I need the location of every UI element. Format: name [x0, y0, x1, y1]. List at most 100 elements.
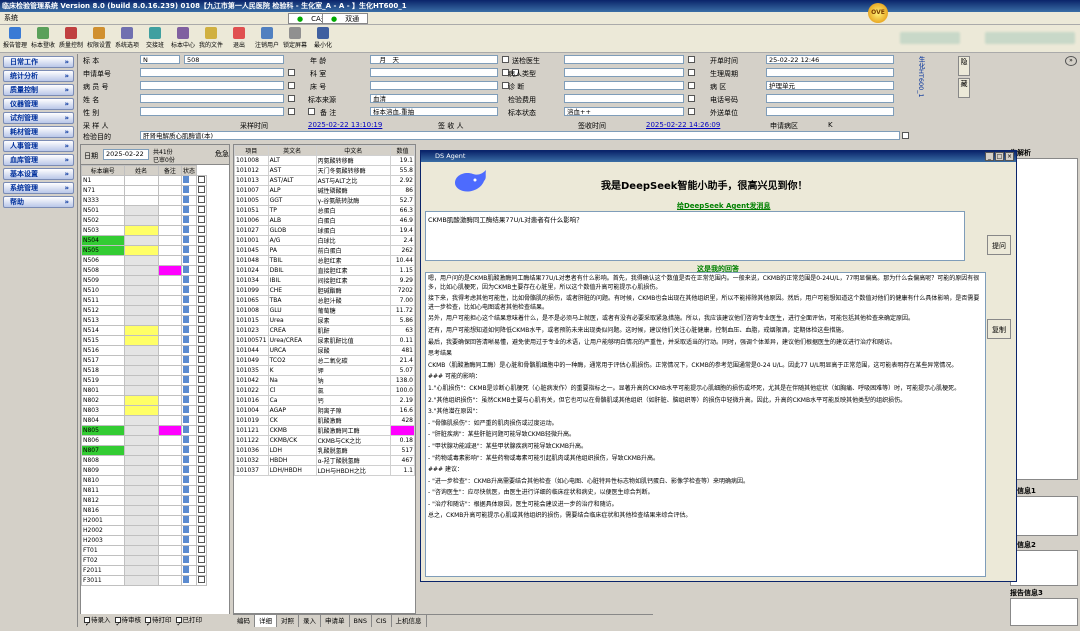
critical-checkbox[interactable]: [196, 485, 207, 496]
specimen-row[interactable]: N808: [81, 455, 207, 466]
critical-checkbox[interactable]: [196, 425, 207, 436]
toolbar-logout-button[interactable]: 注销用户: [254, 27, 280, 49]
result-row[interactable]: 101122 CKMB/CK CKMB与CK之比 0.18: [234, 435, 415, 446]
minimize-window-button[interactable]: _: [985, 152, 994, 161]
specimen-row[interactable]: F2011: [81, 565, 207, 576]
toolbar-file-button[interactable]: 我的文件: [198, 27, 224, 49]
result-row[interactable]: 101065 TBA 总胆汁酸 7.00: [234, 295, 415, 306]
sidebar-item-6[interactable]: 人事管理: [3, 140, 74, 152]
sidebar-item-7[interactable]: 血库管理: [3, 154, 74, 166]
remark-input[interactable]: 标本溶血,重抽: [370, 107, 498, 116]
critical-checkbox[interactable]: [196, 445, 207, 456]
specimen-row[interactable]: N519: [81, 375, 207, 386]
specimen-row[interactable]: FT02: [81, 555, 207, 566]
critical-checkbox[interactable]: [196, 405, 207, 416]
critical-checkbox[interactable]: [196, 335, 207, 346]
specimen-row[interactable]: N816: [81, 505, 207, 516]
sidebar-item-2[interactable]: 质量控制: [3, 84, 74, 96]
copy-button[interactable]: 复制: [987, 319, 1011, 339]
apply-no-checkbox[interactable]: [288, 69, 295, 76]
date-picker[interactable]: 2025-02-22: [103, 149, 149, 160]
phone-checkbox[interactable]: [688, 95, 695, 102]
critical-checkbox[interactable]: [196, 265, 207, 276]
critical-checkbox[interactable]: [196, 375, 207, 386]
critical-checkbox[interactable]: [196, 435, 207, 446]
critical-checkbox[interactable]: [196, 225, 207, 236]
question-input[interactable]: CKMB肌酸激酶同工酶结果77U/L对患者有什么影响？: [425, 211, 965, 261]
specimen-no-input[interactable]: 508: [184, 55, 284, 64]
cycle-checkbox[interactable]: [688, 69, 695, 76]
specimen-row[interactable]: N71: [81, 185, 207, 196]
specimen-row[interactable]: N514: [81, 325, 207, 336]
sidebar-item-1[interactable]: 统计分析: [3, 70, 74, 82]
specimen-row[interactable]: N511: [81, 295, 207, 306]
specimen-row[interactable]: N515: [81, 335, 207, 346]
sidebar-item-0[interactable]: 日常工作: [3, 56, 74, 68]
critical-checkbox[interactable]: [196, 195, 207, 206]
specimen-row[interactable]: H2002: [81, 525, 207, 536]
bottom-tab-7[interactable]: 上机信息: [392, 615, 427, 627]
sidebar-item-4[interactable]: 试剂管理: [3, 112, 74, 124]
ask-button[interactable]: 提问: [987, 235, 1011, 255]
specimen-type-select[interactable]: N: [140, 55, 180, 64]
filter-checkbox[interactable]: ✓: [175, 617, 182, 628]
result-row[interactable]: 101015 Urea 尿素 5.86: [234, 315, 415, 326]
toolbar-handover-button[interactable]: 交接班: [142, 27, 168, 49]
cycle-input[interactable]: [766, 68, 894, 77]
result-col-header[interactable]: 数值: [389, 145, 415, 156]
result-row[interactable]: 101008 ALT 丙氨酸转移酶 19.1: [234, 155, 415, 166]
critical-checkbox[interactable]: [196, 355, 207, 366]
specimen-row[interactable]: N509: [81, 275, 207, 286]
result-col-header[interactable]: 中文名: [315, 145, 391, 156]
result-row[interactable]: 101036 LDH 乳酸脱氢酶 517: [234, 445, 415, 456]
specimen-row[interactable]: N801: [81, 385, 207, 396]
name-input[interactable]: [140, 94, 284, 103]
critical-checkbox[interactable]: [196, 525, 207, 536]
critical-checkbox[interactable]: [196, 385, 207, 396]
report-analysis-box[interactable]: [1010, 158, 1078, 480]
result-row[interactable]: 101035 K 钾 5.07: [234, 365, 415, 376]
critical-checkbox[interactable]: [196, 415, 207, 426]
result-row[interactable]: 101042 Na 钠 138.0: [234, 375, 415, 386]
result-row[interactable]: 101099 CHE 胆碱酯酶 7202: [234, 285, 415, 296]
result-row[interactable]: 101007 ALP 碱性磷酸酶 86: [234, 185, 415, 196]
sidebar-item-9[interactable]: 系统管理: [3, 182, 74, 194]
specimen-row[interactable]: N510: [81, 285, 207, 296]
specimen-status-select[interactable]: 溶血++: [564, 107, 684, 116]
bottom-tab-4[interactable]: 申请单: [321, 615, 350, 627]
specimen-row[interactable]: N516: [81, 345, 207, 356]
result-row[interactable]: 101121 CKMB 肌酸激酶同工酶 77: [234, 425, 415, 436]
toolbar-specimen-button[interactable]: 标本登收: [30, 27, 56, 49]
patient-no-input[interactable]: [140, 81, 284, 90]
sign-time-value[interactable]: 2025-02-22 14:26:09: [646, 121, 720, 129]
diagnosis-input[interactable]: [564, 81, 684, 90]
critical-checkbox[interactable]: [196, 245, 207, 256]
filter-checkbox[interactable]: ✓: [84, 617, 90, 628]
critical-checkbox[interactable]: [196, 455, 207, 466]
specimen-row[interactable]: N1: [81, 175, 207, 186]
specimen-row[interactable]: N810: [81, 475, 207, 486]
close-window-button[interactable]: ×: [1005, 152, 1014, 161]
specimen-row[interactable]: N518: [81, 365, 207, 376]
critical-checkbox[interactable]: [196, 305, 207, 316]
time-checkbox[interactable]: [688, 56, 695, 63]
critical-checkbox[interactable]: [196, 475, 207, 486]
result-row[interactable]: 101005 GGT γ-谷氨酰转肽酶 52.7: [234, 195, 415, 206]
bottom-tab-6[interactable]: CIS: [372, 615, 392, 627]
critical-checkbox[interactable]: [196, 185, 207, 196]
remark-checkbox[interactable]: [308, 108, 315, 115]
report-info1-box[interactable]: [1010, 496, 1078, 536]
bottom-tab-5[interactable]: BNS: [350, 615, 372, 627]
critical-checkbox[interactable]: [196, 515, 207, 526]
critical-checkbox[interactable]: [196, 505, 207, 516]
result-row[interactable]: 101034 IBIL 间接胆红素 9.29: [234, 275, 415, 286]
sex-select[interactable]: [140, 107, 284, 116]
filter-checkbox[interactable]: ✓: [145, 617, 151, 628]
specimen-row[interactable]: N512: [81, 305, 207, 316]
critical-checkbox[interactable]: [196, 315, 207, 326]
specimen-row[interactable]: N501: [81, 205, 207, 216]
result-row[interactable]: 101023 CREA 肌酐 63: [234, 325, 415, 336]
patient-no-checkbox[interactable]: [288, 82, 295, 89]
critical-checkbox[interactable]: [196, 545, 207, 556]
ward-checkbox[interactable]: [688, 82, 695, 89]
